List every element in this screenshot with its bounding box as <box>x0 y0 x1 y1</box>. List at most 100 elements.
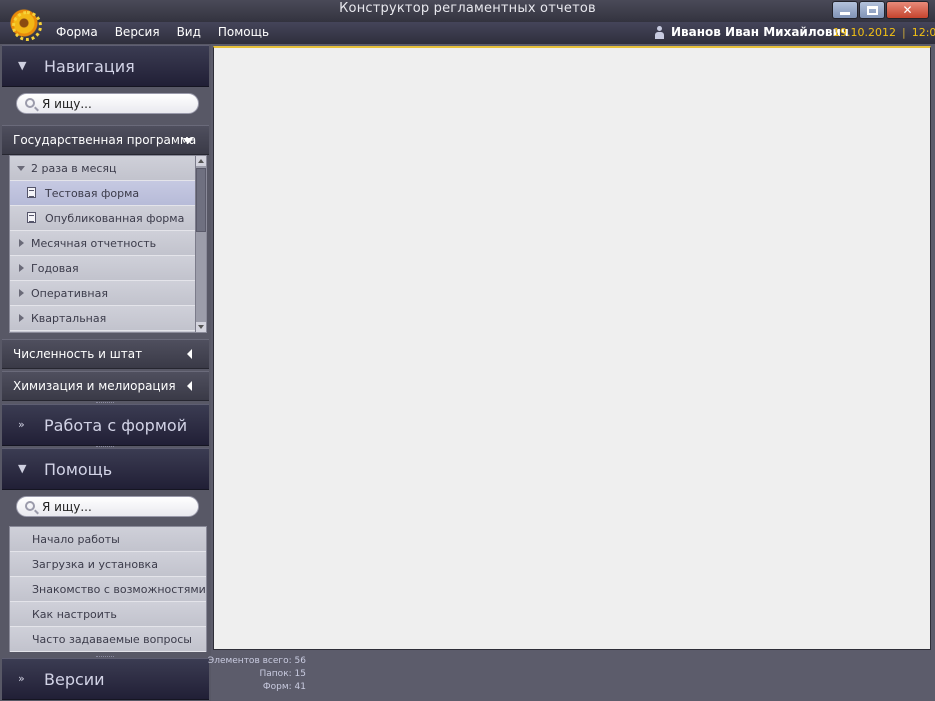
stat-folders-value: 15 <box>294 669 306 679</box>
stat-folders: Папок: 15 <box>208 668 306 681</box>
tree-item-quarterly[interactable]: Квартальная <box>10 306 196 331</box>
nav-group-label: Численность и штат <box>13 347 143 361</box>
nav-group-state-program[interactable]: Государственная программа <box>2 125 209 155</box>
help-item-label: Знакомство с возможностями <box>32 583 206 596</box>
tree-item-label: Оперативная <box>31 287 108 300</box>
maximize-icon <box>860 2 884 18</box>
collapsed-arrow-icon <box>187 381 192 391</box>
main-area: Элементов всего: 56 Папок: 15 Форм: 41 <box>208 44 935 701</box>
versions-header[interactable]: » Версии <box>2 658 209 700</box>
menu-item-view[interactable]: Вид <box>177 25 201 39</box>
menu-item-version[interactable]: Версия <box>115 25 160 39</box>
tree-item-label: Месячная отчетность <box>31 237 157 250</box>
tree-item-label: 2 раза в месяц <box>31 162 117 175</box>
maximize-button[interactable] <box>859 1 885 19</box>
collapsed-arrow-icon <box>19 264 24 272</box>
scroll-up-icon[interactable] <box>196 156 206 166</box>
close-button[interactable]: ✕ <box>886 1 929 19</box>
help-item-getting-started[interactable]: Начало работы <box>10 527 206 552</box>
nav-tree: 2 раза в месяц Тестовая форма Опубликова… <box>9 155 207 333</box>
tree-item-label: Квартальная <box>31 312 107 325</box>
collapsed-arrow-icon <box>19 289 24 297</box>
help-item-label: Как настроить <box>32 608 117 621</box>
tree-item-yearly[interactable]: Годовая <box>10 256 196 281</box>
tree-item-test-form[interactable]: Тестовая форма <box>10 181 196 206</box>
window-title: Конструктор регламентных отчетов <box>339 1 596 16</box>
minimize-button[interactable] <box>832 1 858 19</box>
current-user[interactable]: Иванов Иван Михайлович <box>654 25 849 39</box>
collapsed-arrow-icon <box>19 239 24 247</box>
tree-item-operative[interactable]: Оперативная <box>10 281 196 306</box>
help-search-input[interactable]: Я ищу... <box>16 496 199 517</box>
help-list: Начало работы Загрузка и установка Знако… <box>9 526 207 652</box>
menu-item-form[interactable]: Форма <box>56 25 98 39</box>
nav-group-label: Государственная программа <box>13 133 197 147</box>
tree-item-label: Годовая <box>31 262 79 275</box>
stat-folders-label: Папок: <box>259 669 292 679</box>
collapse-chevron-icon: ▼ <box>18 59 27 72</box>
nav-group-label: Химизация и мелиорация <box>13 379 176 393</box>
stat-forms: Форм: 41 <box>208 681 306 694</box>
stat-forms-label: Форм: <box>262 682 292 692</box>
menu-item-help[interactable]: Помощь <box>218 25 269 39</box>
tree-scrollbar[interactable] <box>195 156 206 332</box>
help-item-label: Загрузка и установка <box>32 558 158 571</box>
tree-item-published-form[interactable]: Опубликованная форма <box>10 206 196 231</box>
help-item-configure[interactable]: Как настроить <box>10 602 206 627</box>
collapsed-arrow-icon <box>19 314 24 322</box>
collapsed-arrow-icon <box>187 349 192 359</box>
tree-item-monthly[interactable]: Месячная отчетность <box>10 231 196 256</box>
document-icon <box>27 187 36 198</box>
collapse-chevron-icon: ▼ <box>18 462 27 475</box>
menu-bar: Форма Версия Вид Помощь Иванов Иван Миха… <box>0 8 935 44</box>
date-time-separator: | <box>901 26 906 39</box>
help-item-label: Часто задаваемые вопросы <box>32 633 192 646</box>
help-item-install[interactable]: Загрузка и установка <box>10 552 206 577</box>
title-bar: Конструктор регламентных отчетов ✕ <box>0 0 935 22</box>
tree-item-label: Тестовая форма <box>45 187 140 200</box>
stat-forms-value: 41 <box>294 682 306 692</box>
tree-item-label: Опубликованная форма <box>45 212 185 225</box>
date-time: 19.10.2012 | 12:04 <box>833 26 935 39</box>
nav-group-staff[interactable]: Численность и штат <box>2 339 209 369</box>
help-item-label: Начало работы <box>32 533 120 546</box>
form-work-header[interactable]: » Работа с формой <box>2 404 209 446</box>
expand-arrow-icon <box>183 138 193 144</box>
navigation-title: Навигация <box>44 57 135 76</box>
help-search-placeholder: Я ищу... <box>42 500 92 514</box>
statistics: Элементов всего: 56 Папок: 15 Форм: 41 <box>208 655 306 694</box>
help-item-features[interactable]: Знакомство с возможностями <box>10 577 206 602</box>
navigation-search-placeholder: Я ищу... <box>42 97 92 111</box>
scroll-thumb[interactable] <box>196 168 206 232</box>
workspace[interactable] <box>213 46 931 650</box>
search-icon <box>25 501 35 511</box>
close-icon: ✕ <box>902 3 913 17</box>
expand-chevron-icon: » <box>18 418 25 431</box>
main-menu: Форма Версия Вид Помощь <box>56 25 286 39</box>
current-date: 19.10.2012 <box>833 26 896 39</box>
versions-title: Версии <box>44 670 105 689</box>
stat-total: Элементов всего: 56 <box>208 655 306 668</box>
search-icon <box>25 98 35 108</box>
left-panel: ▼ Навигация Я ищу... Государственная про… <box>0 44 211 701</box>
nav-group-chemicalization[interactable]: Химизация и мелиорация <box>2 371 209 401</box>
tree-item-twice-monthly[interactable]: 2 раза в месяц <box>10 156 196 181</box>
help-item-faq[interactable]: Часто задаваемые вопросы <box>10 627 206 652</box>
minimize-icon <box>833 2 857 18</box>
navigation-search-input[interactable]: Я ищу... <box>16 93 199 114</box>
expanded-arrow-icon <box>17 166 25 171</box>
published-document-icon <box>27 212 36 223</box>
form-work-title: Работа с формой <box>44 416 188 435</box>
user-name: Иванов Иван Михайлович <box>671 25 850 39</box>
user-icon <box>654 25 665 39</box>
help-header[interactable]: ▼ Помощь <box>2 448 209 490</box>
current-time: 12:04 <box>911 26 935 39</box>
help-title: Помощь <box>44 460 113 479</box>
navigation-header[interactable]: ▼ Навигация <box>2 45 209 87</box>
stat-total-label: Элементов всего: <box>207 656 292 666</box>
window-controls: ✕ <box>832 1 929 19</box>
app-logo-icon[interactable] <box>9 8 42 41</box>
scroll-down-icon[interactable] <box>196 322 206 332</box>
stat-total-value: 56 <box>294 656 306 666</box>
expand-chevron-icon: » <box>18 672 25 685</box>
